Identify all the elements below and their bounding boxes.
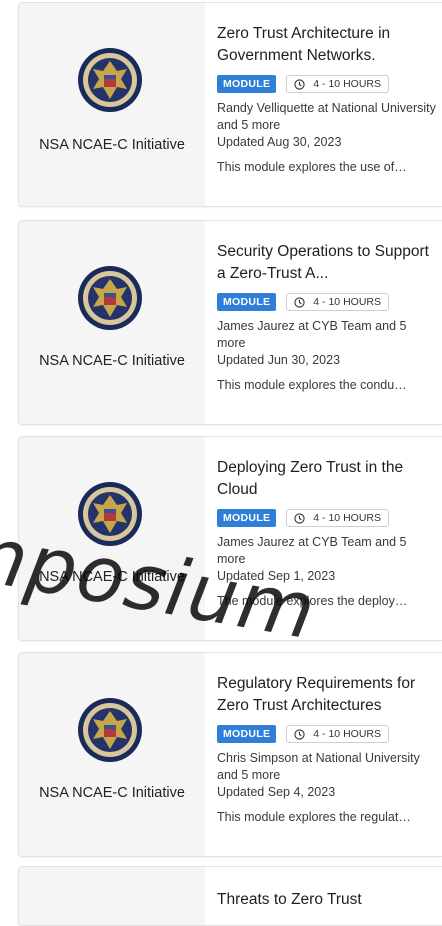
card-details: Deploying Zero Trust in the Cloud MODULE… bbox=[217, 457, 436, 610]
card-provider-panel: NSA NCAE-C Initiative bbox=[19, 653, 205, 856]
clock-icon bbox=[294, 728, 305, 740]
card-provider-panel: NSA NCAE-C Initiative bbox=[19, 3, 205, 206]
module-title[interactable]: Security Operations to Support a Zero-Tr… bbox=[217, 241, 436, 285]
duration-text: 4 - 10 HOURS bbox=[313, 78, 381, 90]
provider-name[interactable]: NSA NCAE-C Initiative bbox=[19, 353, 205, 369]
updated-date: Updated Aug 30, 2023 bbox=[217, 135, 342, 149]
clock-icon bbox=[294, 512, 305, 524]
nsa-seal-icon bbox=[78, 48, 142, 112]
card-details: Regulatory Requirements for Zero Trust A… bbox=[217, 673, 436, 826]
module-card[interactable]: NSA NCAE-C Initiative Security Operation… bbox=[18, 220, 442, 425]
provider-name[interactable]: NSA NCAE-C Initiative bbox=[19, 137, 205, 153]
nsa-seal-icon bbox=[78, 482, 142, 546]
duration-text: 4 - 10 HOURS bbox=[313, 296, 381, 308]
provider-name[interactable]: NSA NCAE-C Initiative bbox=[19, 785, 205, 801]
updated-date: Updated Jun 30, 2023 bbox=[217, 353, 341, 367]
module-meta: MODULE 4 - 10 HOURS bbox=[217, 292, 436, 312]
module-title[interactable]: Zero Trust Architecture in Government Ne… bbox=[217, 23, 436, 67]
duration-text: 4 - 10 HOURS bbox=[313, 512, 381, 524]
provider-name[interactable]: NSA NCAE-C Initiative bbox=[19, 569, 205, 585]
updated-date: Updated Sep 4, 2023 bbox=[217, 785, 336, 799]
module-badge: MODULE bbox=[217, 293, 277, 311]
module-badge: MODULE bbox=[217, 725, 277, 743]
module-authors: Chris Simpson at National University and… bbox=[217, 751, 420, 782]
nsa-seal-icon bbox=[78, 266, 142, 330]
card-details: Zero Trust Architecture in Government Ne… bbox=[217, 23, 436, 176]
clock-icon bbox=[294, 296, 305, 308]
nsa-seal-icon bbox=[78, 698, 142, 762]
duration-text: 4 - 10 HOURS bbox=[313, 728, 381, 740]
clock-icon bbox=[294, 78, 305, 90]
module-card[interactable]: NSA NCAE-C Initiative Regulatory Require… bbox=[18, 652, 442, 857]
card-provider-panel bbox=[19, 867, 205, 925]
module-authors: James Jaurez at CYB Team and 5 more bbox=[217, 319, 407, 350]
module-description: This module explores the condu… bbox=[217, 378, 407, 392]
module-card[interactable]: Threats to Zero Trust bbox=[18, 866, 442, 926]
module-card[interactable]: NSA NCAE-C Initiative Deploying Zero Tru… bbox=[18, 436, 442, 641]
duration-tag: 4 - 10 HOURS bbox=[286, 725, 389, 743]
module-meta: MODULE 4 - 10 HOURS bbox=[217, 74, 436, 94]
module-badge: MODULE bbox=[217, 509, 277, 527]
module-badge: MODULE bbox=[217, 75, 277, 93]
module-meta: MODULE 4 - 10 HOURS bbox=[217, 724, 436, 744]
module-description: The module explores the deploy… bbox=[217, 594, 408, 608]
module-meta: MODULE 4 - 10 HOURS bbox=[217, 508, 436, 528]
module-title[interactable]: Regulatory Requirements for Zero Trust A… bbox=[217, 673, 436, 717]
duration-tag: 4 - 10 HOURS bbox=[286, 509, 389, 527]
updated-date: Updated Sep 1, 2023 bbox=[217, 569, 336, 583]
card-details: Threats to Zero Trust bbox=[217, 889, 436, 911]
module-authors: James Jaurez at CYB Team and 5 more bbox=[217, 535, 407, 566]
card-details: Security Operations to Support a Zero-Tr… bbox=[217, 241, 436, 394]
module-authors: Randy Velliquette at National University… bbox=[217, 101, 436, 132]
card-provider-panel: NSA NCAE-C Initiative bbox=[19, 437, 205, 640]
module-title[interactable]: Deploying Zero Trust in the Cloud bbox=[217, 457, 436, 501]
duration-tag: 4 - 10 HOURS bbox=[286, 75, 389, 93]
module-card[interactable]: NSA NCAE-C Initiative Zero Trust Archite… bbox=[18, 2, 442, 207]
module-description: This module explores the regulat… bbox=[217, 810, 411, 824]
duration-tag: 4 - 10 HOURS bbox=[286, 293, 389, 311]
module-description: This module explores the use of… bbox=[217, 160, 407, 174]
card-provider-panel: NSA NCAE-C Initiative bbox=[19, 221, 205, 424]
module-title[interactable]: Threats to Zero Trust bbox=[217, 889, 436, 911]
